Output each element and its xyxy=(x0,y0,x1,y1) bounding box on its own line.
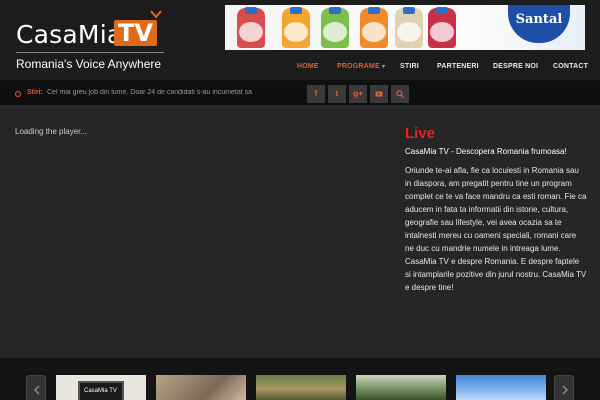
live-subtitle: CasaMia TV - Descopera Romania frumoasa! xyxy=(405,147,567,156)
ad-banner[interactable]: Santal xyxy=(225,5,585,50)
nav-despre-noi[interactable]: DESPRE NOI xyxy=(493,63,538,70)
juice-bottle xyxy=(428,7,456,48)
logo-tagline: Romania's Voice Anywhere xyxy=(16,57,162,71)
juice-bottle xyxy=(360,7,388,48)
live-description: Oriunde te-ai afla, fie ca locuiesti in … xyxy=(405,166,587,292)
tv-antenna-icon xyxy=(150,10,162,19)
juice-bottle xyxy=(395,7,423,48)
show-thumbnail[interactable] xyxy=(156,375,246,400)
logo-tv-badge: TV xyxy=(114,20,157,46)
logo-text: CasaMia xyxy=(16,20,123,49)
live-title: Live xyxy=(405,125,436,142)
carousel-prev-button[interactable] xyxy=(26,375,46,400)
youtube-icon[interactable] xyxy=(370,85,388,103)
juice-bottle xyxy=(282,7,310,48)
video-player-loading: Loading the player... xyxy=(15,127,88,136)
nav-programe[interactable]: PROGRAME ▾ xyxy=(337,63,385,70)
nav-programe-label: PROGRAME xyxy=(337,63,380,70)
youtube-glyph xyxy=(375,91,383,97)
nav-contact[interactable]: CONTACT xyxy=(553,63,588,70)
ticker-label: Stiri: xyxy=(27,89,43,96)
nav-home[interactable]: HOME xyxy=(297,63,319,70)
ticker-headline[interactable]: Cel mai greu job din lume. Doar 24 de ca… xyxy=(47,89,267,96)
carousel-next-button[interactable] xyxy=(554,375,574,400)
twitter-icon[interactable]: t xyxy=(328,85,346,103)
juice-bottle xyxy=(321,7,349,48)
show-thumbnail-title: CasaMia TV xyxy=(84,388,117,394)
main-navigation: HOME PROGRAME ▾ STIRI PARTENERI DESPRE N… xyxy=(290,57,600,77)
site-header: CasaMia TV Romania's Voice Anywhere Sant… xyxy=(0,0,600,80)
search-button[interactable] xyxy=(391,85,409,103)
show-thumbnail[interactable] xyxy=(356,375,446,400)
search-icon xyxy=(396,90,404,98)
logo-divider xyxy=(16,52,164,53)
chevron-left-icon xyxy=(33,385,40,395)
nav-stiri[interactable]: STIRI xyxy=(400,63,419,70)
ad-brand-logo: Santal xyxy=(508,5,570,43)
juice-bottle xyxy=(237,7,265,48)
shows-carousel: CasaMia TV xyxy=(0,358,600,400)
facebook-icon[interactable]: f xyxy=(307,85,325,103)
site-logo[interactable]: CasaMia TV Romania's Voice Anywhere xyxy=(16,10,166,72)
chevron-down-icon: ▾ xyxy=(381,64,386,70)
show-thumbnail[interactable] xyxy=(256,375,346,400)
nav-parteneri[interactable]: PARTENERI xyxy=(437,63,479,70)
news-ticker: Stiri: Cel mai greu job din lume. Doar 2… xyxy=(0,83,600,105)
ticker-dot-icon xyxy=(15,91,21,97)
chevron-right-icon xyxy=(562,385,569,395)
show-thumbnail[interactable] xyxy=(456,375,546,400)
googleplus-icon[interactable]: g+ xyxy=(349,85,367,103)
show-thumbnail[interactable]: CasaMia TV xyxy=(56,375,146,400)
